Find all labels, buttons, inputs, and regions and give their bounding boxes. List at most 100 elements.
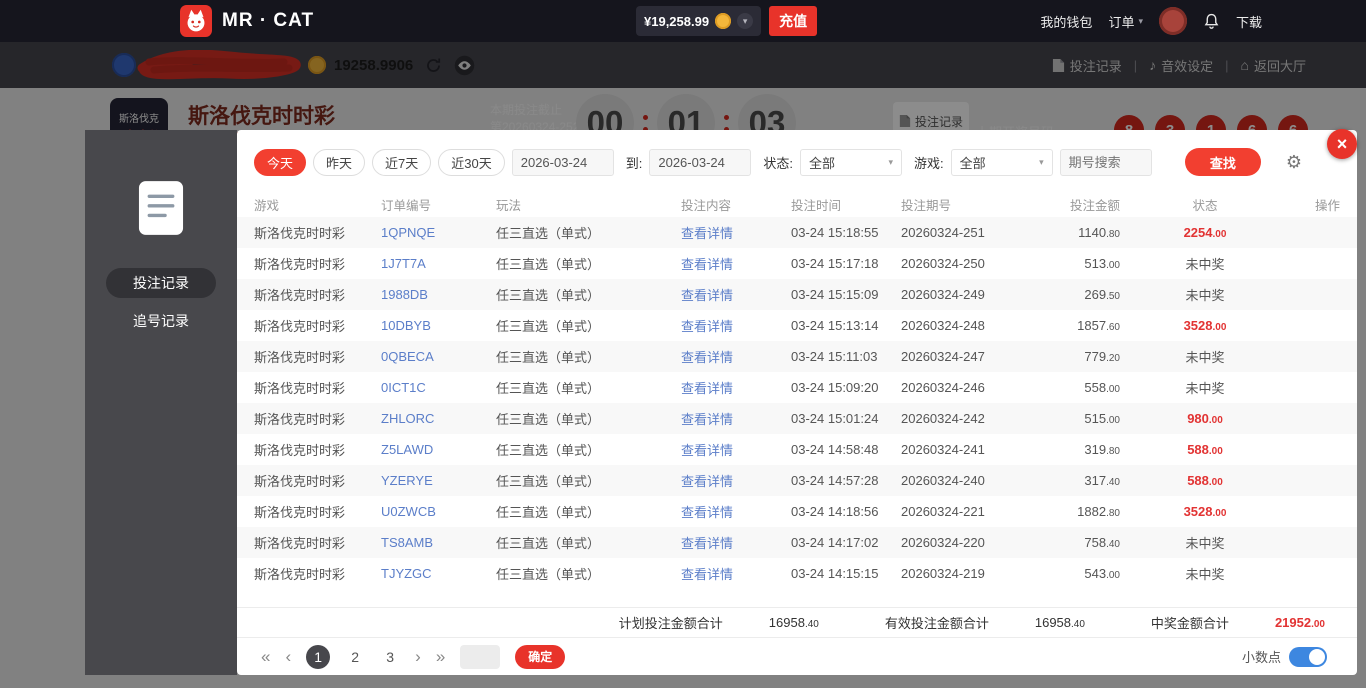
order-link[interactable]: 1QPNQE (381, 225, 435, 240)
mrcat-logo-icon[interactable] (180, 5, 212, 37)
user-avatar[interactable] (1159, 7, 1187, 35)
recharge-button[interactable]: 充值 (769, 6, 817, 36)
decimal-label: 小数点 (1242, 647, 1281, 666)
cell-order: TJYZGC (381, 566, 496, 581)
order-link[interactable]: U0ZWCB (381, 504, 436, 519)
view-detail-link[interactable]: 查看详情 (681, 288, 733, 303)
search-button[interactable]: 查找 (1185, 148, 1261, 176)
close-modal-button[interactable]: × (1327, 129, 1357, 159)
page-1[interactable]: 1 (306, 645, 330, 669)
view-detail-link[interactable]: 查看详情 (681, 319, 733, 334)
my-wallet-link[interactable]: 我的钱包 (1040, 12, 1092, 31)
cell-status: 未中奖 (1120, 285, 1290, 304)
records-doc-icon (138, 180, 184, 236)
order-link[interactable]: TJYZGC (381, 566, 432, 581)
confirm-page-button[interactable]: 确定 (515, 645, 565, 669)
cell-time: 03-24 15:01:24 (791, 411, 901, 426)
order-link[interactable]: 0ICT1C (381, 380, 426, 395)
view-detail-link[interactable]: 查看详情 (681, 536, 733, 551)
view-detail-link[interactable]: 查看详情 (681, 257, 733, 272)
gear-icon[interactable]: ⚙ (1286, 152, 1302, 173)
summary-bar: 计划投注金额合计 16958.40 有效投注金额合计 16958.40 中奖金额… (237, 607, 1357, 637)
page-jump-input[interactable] (460, 645, 500, 669)
notification-bell-icon[interactable] (1203, 13, 1220, 30)
game-select[interactable]: 全部 ▾ (951, 149, 1053, 176)
cell-game: 斯洛伐克时时彩 (254, 254, 381, 273)
first-page-icon[interactable]: « (261, 647, 270, 667)
table-row: 斯洛伐克时时彩0ICT1C任三直选（单式）查看详情03-24 15:09:202… (237, 372, 1357, 403)
order-link[interactable]: 1988DB (381, 287, 428, 302)
download-link[interactable]: 下载 (1236, 12, 1262, 31)
sidebar-item-chase-records[interactable]: 追号记录 (106, 306, 216, 336)
cell-order: 1J7T7A (381, 256, 496, 271)
cell-order: Z5LAWD (381, 442, 496, 457)
cell-game: 斯洛伐克时时彩 (254, 347, 381, 366)
header-amount: 投注金额 (1000, 195, 1120, 214)
balance-dropdown[interactable]: ¥19,258.99 ▾ (636, 6, 761, 36)
sidebar-item-bet-records[interactable]: 投注记录 (106, 268, 216, 298)
cell-period: 20260324-247 (901, 349, 1000, 364)
period-search-input[interactable] (1060, 149, 1152, 176)
header-play: 玩法 (496, 195, 681, 214)
filter-today-button[interactable]: 今天 (254, 149, 306, 176)
valid-total-label: 有效投注金额合计 (885, 613, 989, 632)
decimal-toggle-group: 小数点 (1242, 647, 1327, 667)
cell-amount: 779.20 (1000, 349, 1120, 364)
cell-order: ZHLORC (381, 411, 496, 426)
cell-time: 03-24 14:15:15 (791, 566, 901, 581)
view-detail-link[interactable]: 查看详情 (681, 350, 733, 365)
win-total-value: 21952.00 (1275, 615, 1325, 630)
view-detail-link[interactable]: 查看详情 (681, 474, 733, 489)
last-page-icon[interactable]: » (436, 647, 445, 667)
orders-dropdown[interactable]: 订单▾ (1108, 12, 1143, 31)
cell-game: 斯洛伐克时时彩 (254, 564, 381, 583)
cell-content: 查看详情 (681, 347, 791, 366)
order-link[interactable]: TS8AMB (381, 535, 433, 550)
plan-total-label: 计划投注金额合计 (619, 613, 723, 632)
date-to-input[interactable] (649, 149, 751, 176)
page-3[interactable]: 3 (380, 649, 400, 665)
page-2[interactable]: 2 (345, 649, 365, 665)
order-link[interactable]: ZHLORC (381, 411, 434, 426)
filter-7days-button[interactable]: 近7天 (372, 149, 431, 176)
order-link[interactable]: YZERYE (381, 473, 433, 488)
cell-status: 3528.00 (1120, 504, 1290, 519)
cell-content: 查看详情 (681, 440, 791, 459)
next-page-icon[interactable]: › (415, 647, 421, 667)
order-link[interactable]: 0QBECA (381, 349, 434, 364)
cell-play: 任三直选（单式） (496, 564, 681, 583)
view-detail-link[interactable]: 查看详情 (681, 567, 733, 582)
decimal-toggle[interactable] (1289, 647, 1327, 667)
cell-game: 斯洛伐克时时彩 (254, 440, 381, 459)
cell-amount: 558.00 (1000, 380, 1120, 395)
view-detail-link[interactable]: 查看详情 (681, 412, 733, 427)
view-detail-link[interactable]: 查看详情 (681, 226, 733, 241)
cell-game: 斯洛伐克时时彩 (254, 285, 381, 304)
status-select[interactable]: 全部 ▾ (800, 149, 902, 176)
cell-period: 20260324-219 (901, 566, 1000, 581)
date-from-input[interactable] (512, 149, 614, 176)
bet-records-modal: 今天 昨天 近7天 近30天 到: 状态: 全部 ▾ 游戏: 全部 ▾ 查找 ⚙… (237, 130, 1357, 675)
cell-play: 任三直选（单式） (496, 223, 681, 242)
order-link[interactable]: 1J7T7A (381, 256, 426, 271)
cell-amount: 513.00 (1000, 256, 1120, 271)
coin-icon (715, 13, 731, 29)
order-link[interactable]: 10DBYB (381, 318, 431, 333)
order-link[interactable]: Z5LAWD (381, 442, 433, 457)
view-detail-link[interactable]: 查看详情 (681, 381, 733, 396)
view-detail-link[interactable]: 查看详情 (681, 505, 733, 520)
cell-status: 588.00 (1120, 473, 1290, 488)
view-detail-link[interactable]: 查看详情 (681, 443, 733, 458)
table-header: 游戏 订单编号 玩法 投注内容 投注时间 投注期号 投注金额 状态 操作 (237, 191, 1357, 217)
filter-yesterday-button[interactable]: 昨天 (313, 149, 365, 176)
prev-page-icon[interactable]: ‹ (285, 647, 291, 667)
cell-play: 任三直选（单式） (496, 533, 681, 552)
cell-time: 03-24 15:15:09 (791, 287, 901, 302)
cell-amount: 1882.80 (1000, 504, 1120, 519)
cell-game: 斯洛伐克时时彩 (254, 502, 381, 521)
filter-30days-button[interactable]: 近30天 (438, 149, 504, 176)
page: MR · CAT ¥19,258.99 ▾ 充值 我的钱包 订单▾ 下载 (0, 0, 1366, 688)
cell-play: 任三直选（单式） (496, 378, 681, 397)
navbar-balance: ¥19,258.99 (644, 14, 709, 29)
chevron-down-icon: ▾ (1138, 16, 1143, 27)
